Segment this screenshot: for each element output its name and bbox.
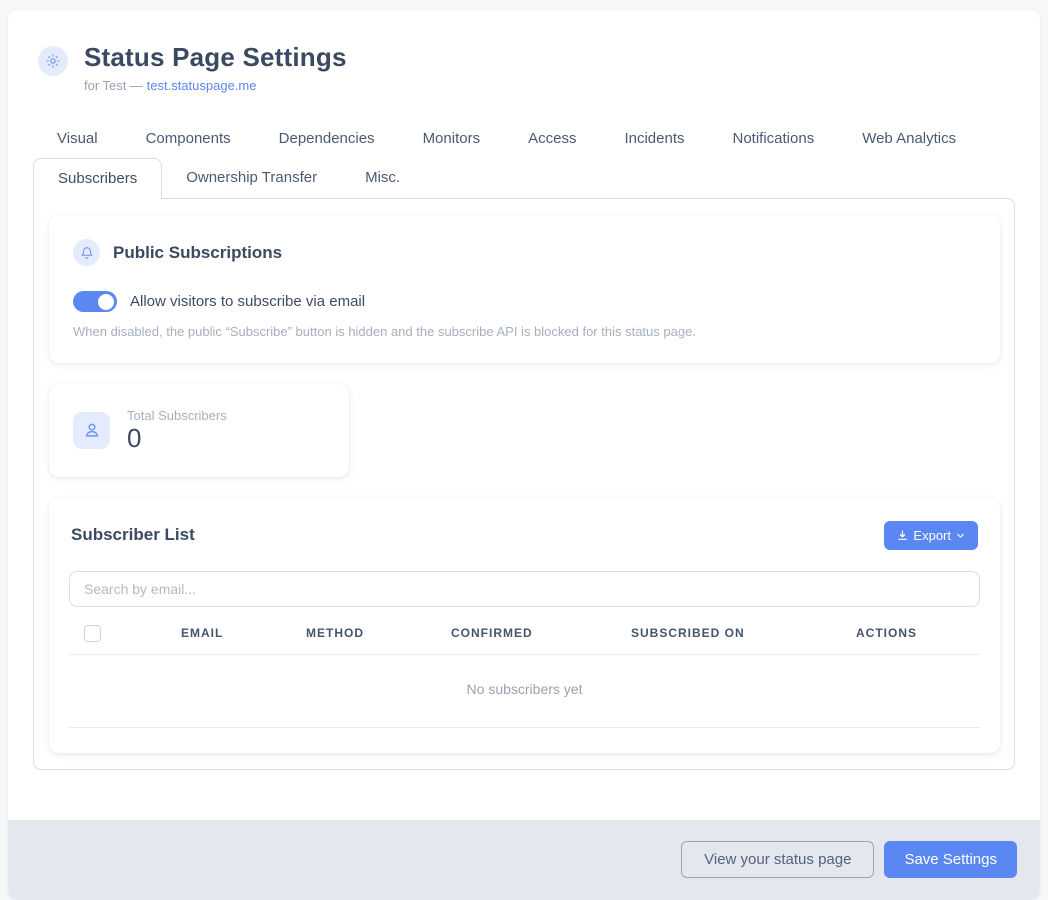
subscribers-panel: Public Subscriptions Allow visitors to s… (33, 198, 1015, 770)
subtitle-prefix: for Test — (84, 78, 147, 93)
total-subscribers-card: Total Subscribers 0 (49, 384, 349, 477)
status-page-link[interactable]: test.statuspage.me (147, 78, 257, 93)
toggle-label: Allow visitors to subscribe via email (130, 293, 365, 310)
bell-icon (73, 239, 100, 266)
tab-dependencies[interactable]: Dependencies (255, 119, 399, 158)
tab-notifications[interactable]: Notifications (709, 119, 839, 158)
column-actions: ACTIONS (856, 626, 980, 640)
export-button[interactable]: Export (884, 521, 978, 550)
settings-footer: View your status page Save Settings (8, 820, 1040, 900)
column-email: EMAIL (181, 626, 306, 640)
tab-visual[interactable]: Visual (33, 119, 122, 158)
select-all-checkbox[interactable] (84, 625, 101, 642)
column-method: METHOD (306, 626, 451, 640)
tab-monitors[interactable]: Monitors (399, 119, 505, 158)
user-icon (73, 412, 110, 449)
public-subscriptions-title: Public Subscriptions (113, 243, 282, 263)
table-header-row: EMAIL METHOD CONFIRMED SUBSCRIBED ON ACT… (69, 625, 980, 655)
chevron-down-icon (955, 530, 966, 541)
page-title: Status Page Settings (84, 42, 347, 73)
column-confirmed: CONFIRMED (451, 626, 631, 640)
tab-web-analytics[interactable]: Web Analytics (838, 119, 980, 158)
total-subscribers-value: 0 (127, 424, 227, 453)
settings-card: Status Page Settings for Test — test.sta… (8, 10, 1040, 900)
tab-incidents[interactable]: Incidents (600, 119, 708, 158)
download-icon (896, 529, 909, 542)
public-subscriptions-card: Public Subscriptions Allow visitors to s… (49, 215, 1000, 363)
page-subtitle: for Test — test.statuspage.me (84, 78, 347, 93)
empty-state-row: No subscribers yet (69, 655, 980, 728)
export-label: Export (913, 528, 951, 543)
tab-components[interactable]: Components (122, 119, 255, 158)
search-input[interactable] (69, 571, 980, 607)
subscriber-list-card: Subscriber List Export (49, 499, 1000, 753)
tab-subscribers[interactable]: Subscribers (33, 158, 162, 199)
tab-misc[interactable]: Misc. (341, 158, 424, 199)
gear-icon (38, 46, 68, 76)
header-text: Status Page Settings for Test — test.sta… (84, 42, 347, 93)
tabs-row-1: Visual Components Dependencies Monitors … (33, 119, 1015, 158)
toggle-help-text: When disabled, the public “Subscribe” bu… (73, 324, 976, 339)
tab-ownership-transfer[interactable]: Ownership Transfer (162, 158, 341, 199)
subscribe-toggle[interactable] (73, 291, 117, 312)
toggle-knob (98, 294, 114, 310)
save-settings-button[interactable]: Save Settings (884, 841, 1017, 878)
subscriber-list-title: Subscriber List (71, 525, 195, 545)
page-header: Status Page Settings for Test — test.sta… (33, 32, 1015, 93)
tab-access[interactable]: Access (504, 119, 600, 158)
total-subscribers-label: Total Subscribers (127, 408, 227, 423)
tabs-row-2: Subscribers Ownership Transfer Misc. (33, 158, 1015, 199)
column-subscribed-on: SUBSCRIBED ON (631, 626, 856, 640)
empty-state-text: No subscribers yet (467, 681, 583, 697)
view-status-page-button[interactable]: View your status page (681, 841, 874, 878)
